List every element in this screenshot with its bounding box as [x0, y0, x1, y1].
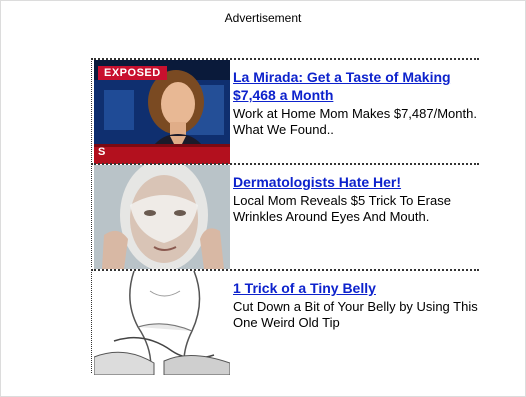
ad-item-2[interactable]: Dermatologists Hate Her! Local Mom Revea… [91, 163, 479, 269]
advertisement-label: Advertisement [224, 11, 302, 25]
belly-sketch-image-svg [94, 271, 230, 375]
ad-description-2: Local Mom Reveals $5 Trick To Erase Wrin… [233, 193, 451, 224]
ad-text-1: La Mirada: Get a Taste of Making $7,468 … [233, 68, 479, 138]
ad-list: EXPOSED S La Mirada: Get a Taste of Maki… [91, 58, 479, 376]
face-peel-image-svg [94, 165, 230, 269]
ad-description-3: Cut Down a Bit of Your Belly by Using Th… [233, 299, 478, 330]
belly-sketch-image[interactable] [94, 271, 230, 375]
ad-item-1[interactable]: EXPOSED S La Mirada: Get a Taste of Maki… [91, 58, 479, 164]
exposed-badge: EXPOSED [98, 66, 167, 80]
ad-title-link-2[interactable]: Dermatologists Hate Her! [233, 173, 479, 191]
ad-text-2: Dermatologists Hate Her! Local Mom Revea… [233, 173, 479, 225]
ad-item-3[interactable]: 1 Trick of a Tiny Belly Cut Down a Bit o… [91, 269, 479, 375]
face-peel-image[interactable] [94, 165, 230, 269]
ad-text-3: 1 Trick of a Tiny Belly Cut Down a Bit o… [233, 279, 479, 331]
ad-frame: Advertisement EXPOSED S La Mirada: Get a… [0, 0, 526, 397]
ad-title-link-3[interactable]: 1 Trick of a Tiny Belly [233, 279, 479, 297]
news-anchor-image[interactable]: EXPOSED S [94, 60, 230, 164]
ticker-label: S [98, 146, 106, 158]
ad-title-link-1[interactable]: La Mirada: Get a Taste of Making $7,468 … [233, 68, 479, 104]
ad-description-1: Work at Home Mom Makes $7,487/Month. Wha… [233, 106, 477, 137]
